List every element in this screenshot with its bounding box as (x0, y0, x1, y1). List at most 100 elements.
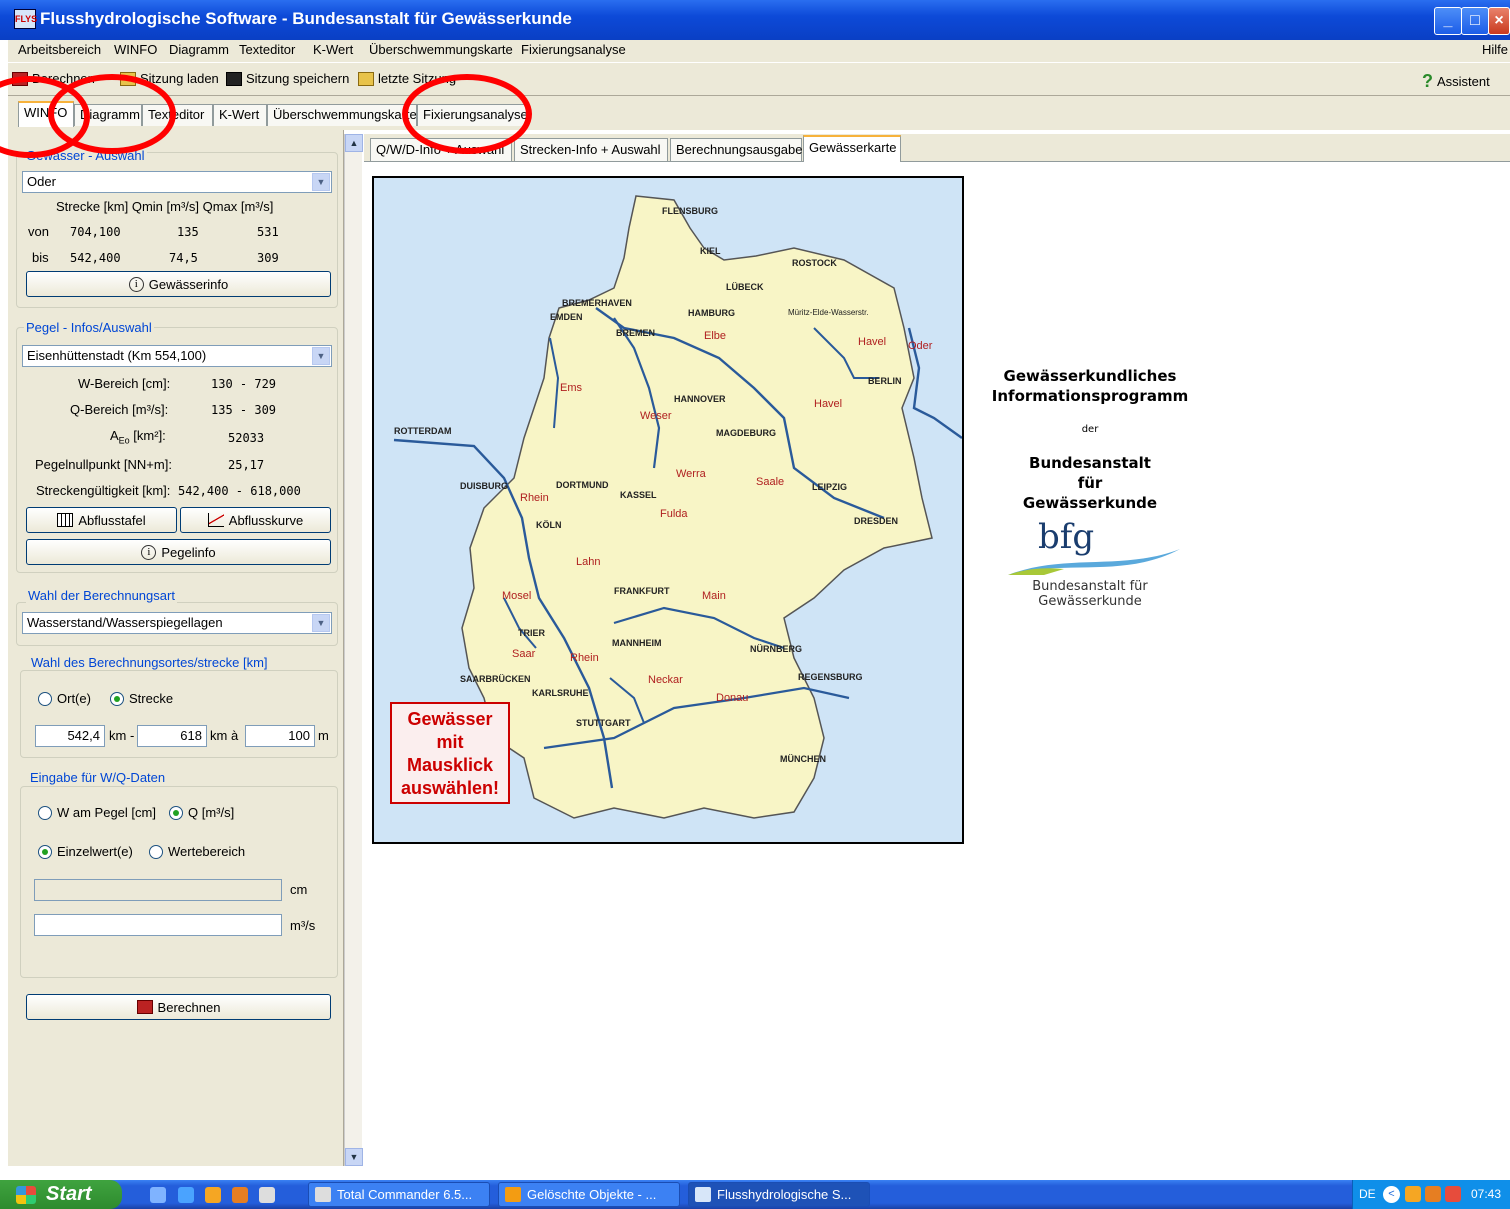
task-flusshydrologische[interactable]: Flusshydrologische S... (688, 1182, 870, 1207)
task-total-commander[interactable]: Total Commander 6.5... (308, 1182, 490, 1207)
toolbar-save-button[interactable]: Sitzung speichern (226, 71, 349, 86)
canal-label: Müritz-Elde-Wasserstr. (788, 308, 869, 317)
folder-recent-icon (358, 71, 374, 86)
menu-hilfe[interactable]: Hilfe (1482, 42, 1508, 57)
tab-ueberschwemmungskarte[interactable]: Überschwemmungskarte (267, 104, 417, 126)
gewaesserinfo-label: Gewässerinfo (148, 276, 229, 292)
scroll-down-arrow-icon[interactable]: ▼ (345, 1148, 363, 1166)
info-line4: für (1077, 474, 1103, 492)
aeo-label-main: A (110, 428, 119, 443)
bis-qmax: 309 (257, 251, 279, 265)
bfg-logo-sub1: Bundesanstalt für (1032, 579, 1148, 594)
quicklaunch-media-icon[interactable] (232, 1187, 248, 1203)
floppy-disk-icon (226, 71, 242, 86)
radio-strecke[interactable]: Strecke (110, 691, 173, 706)
menu-ueberschwemmungskarte[interactable]: Überschwemmungskarte (369, 42, 513, 57)
gewaesserinfo-button[interactable]: i Gewässerinfo (26, 271, 331, 297)
radio-ort-circle[interactable] (38, 691, 52, 706)
radio-einzelwert-circle[interactable] (38, 844, 52, 859)
berechnungsart-select[interactable]: Wasserstand/Wasserspiegellagen ▼ (22, 612, 332, 634)
menu-fixierungsanalyse[interactable]: Fixierungsanalyse (521, 42, 626, 57)
radio-q-circle[interactable] (169, 805, 183, 820)
city-label: MÜNCHEN (780, 754, 826, 764)
tab-strecken-info[interactable]: Strecken-Info + Auswahl (514, 138, 668, 161)
bis-km: 542,400 (70, 251, 121, 265)
chevron-left-icon[interactable]: < (1383, 1186, 1400, 1203)
info-block: Gewässerkundliches Informationsprogramm … (990, 366, 1190, 609)
chevron-down-icon[interactable]: ▼ (312, 173, 330, 191)
table-grid-icon (57, 513, 74, 527)
tab-gewaesserkarte[interactable]: Gewässerkarte (803, 135, 901, 162)
aeo-value: 52033 (228, 431, 265, 445)
city-label: HAMBURG (688, 308, 735, 318)
menu-winfo[interactable]: WINFO (114, 42, 157, 57)
km-to-input[interactable]: 618 (137, 725, 207, 747)
menu-diagramm[interactable]: Diagramm (169, 42, 229, 57)
q-value-input[interactable] (34, 914, 282, 936)
radio-strecke-circle[interactable] (110, 691, 124, 706)
pegel-select[interactable]: Eisenhüttenstadt (Km 554,100) ▼ (22, 345, 332, 367)
calculator-icon (136, 1000, 153, 1014)
menu-kwert[interactable]: K-Wert (313, 42, 353, 57)
abflusstafel-button[interactable]: Abflusstafel (26, 507, 177, 533)
task-label: Total Commander 6.5... (337, 1187, 473, 1202)
quicklaunch-browser-icon[interactable] (205, 1187, 221, 1203)
start-label: Start (46, 1183, 92, 1205)
step-input[interactable]: 100 (245, 725, 315, 747)
title-bar[interactable]: FLYS Flusshydrologische Software - Bunde… (0, 0, 1510, 40)
curve-chart-icon (207, 513, 224, 527)
tray-alert-icon[interactable] (1445, 1186, 1461, 1202)
tray-app-icon[interactable] (1405, 1186, 1421, 1202)
minimize-button[interactable]: _ (1434, 7, 1462, 35)
river-label: Main (702, 590, 726, 602)
quicklaunch-save-icon[interactable] (259, 1187, 275, 1203)
river-label: Havel (858, 336, 887, 348)
group-ort-title: Wahl des Berechnungsortes/strecke [km] (29, 655, 270, 670)
gewaesser-header: Strecke [km] Qmin [m³/s] Qmax [m³/s] (56, 199, 274, 214)
pegelnullpunkt-value: 25,17 (228, 458, 265, 472)
radio-w[interactable]: W am Pegel [cm] (38, 805, 156, 820)
m3s-label: m³/s (290, 918, 316, 933)
river-map[interactable]: FLENSBURG KIEL ROSTOCK LÜBECK BREMERHAVE… (372, 176, 964, 844)
w-value-input[interactable] (34, 879, 282, 901)
radio-einzelwert[interactable]: Einzelwert(e) (38, 844, 133, 859)
pegelinfo-button[interactable]: i Pegelinfo (26, 539, 331, 565)
quicklaunch-desktop-icon[interactable] (150, 1187, 166, 1203)
city-label: MAGDEBURG (716, 428, 776, 438)
toolbar-assistant-label: Assistent (1437, 74, 1490, 89)
radio-ort[interactable]: Ort(e) (38, 691, 91, 706)
city-label: DORTMUND (556, 480, 609, 490)
task-geloeschte-objekte[interactable]: Gelöschte Objekte - ... (498, 1182, 680, 1207)
tab-berechnungsausgabe[interactable]: Berechnungsausgabe (670, 138, 803, 161)
tab-kwert[interactable]: K-Wert (213, 104, 267, 126)
radio-w-circle[interactable] (38, 805, 52, 820)
city-label: LÜBECK (726, 282, 764, 292)
left-panel-scrollbar[interactable]: ▲ ▼ (344, 134, 363, 1166)
river-label: Elbe (704, 330, 727, 342)
language-indicator[interactable]: DE (1359, 1187, 1376, 1201)
von-qmax: 531 (257, 225, 279, 239)
radio-wertebereich-circle[interactable] (149, 844, 163, 859)
abflusskurve-button[interactable]: Abflusskurve (180, 507, 331, 533)
maximize-button[interactable]: □ (1461, 7, 1489, 35)
tray-media-icon[interactable] (1425, 1186, 1441, 1202)
annotation-circle-fixierungsanalyse (402, 74, 532, 154)
city-label: BREMERHAVEN (562, 298, 632, 308)
note-line: Mausklick (406, 755, 494, 775)
menu-texteditor[interactable]: Texteditor (239, 42, 295, 57)
bfg-logo: bfg (990, 517, 1190, 579)
km-from-input[interactable]: 542,4 (35, 725, 105, 747)
radio-wertebereich-label: Wertebereich (168, 844, 246, 859)
close-button[interactable]: × (1488, 7, 1510, 35)
radio-q[interactable]: Q [m³/s] (169, 805, 234, 820)
scroll-up-arrow-icon[interactable]: ▲ (345, 134, 363, 152)
note-line: auswählen! (400, 778, 500, 798)
chevron-down-icon[interactable]: ▼ (312, 347, 330, 365)
berechnen-button[interactable]: Berechnen (26, 994, 331, 1020)
gewaesser-select[interactable]: Oder ▼ (22, 171, 332, 193)
quicklaunch-ie-icon[interactable] (178, 1187, 194, 1203)
menu-arbeitsbereich[interactable]: Arbeitsbereich (18, 42, 101, 57)
chevron-down-icon[interactable]: ▼ (312, 614, 330, 632)
toolbar-assistant-button[interactable]: ? Assistent (1422, 71, 1490, 92)
radio-wertebereich[interactable]: Wertebereich (149, 844, 245, 859)
